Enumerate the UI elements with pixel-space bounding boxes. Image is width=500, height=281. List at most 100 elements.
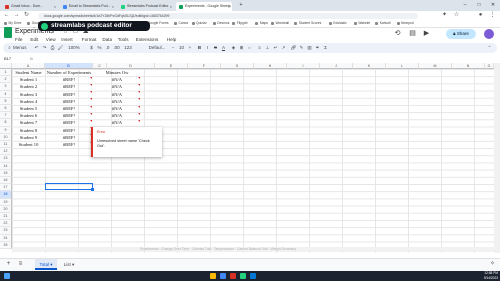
browser-menu-icon[interactable]: ⋮: [488, 11, 497, 20]
url-input[interactable]: docs.google.com/spreadsheets/d/1e2YJ8hPx…: [38, 12, 418, 19]
name-box[interactable]: B17: [4, 56, 11, 61]
vertical-scrollbar[interactable]: [494, 63, 500, 253]
cell-b[interactable]: #REF!: [45, 127, 93, 134]
row-header[interactable]: 12: [0, 148, 12, 156]
cell-a[interactable]: Student 5: [12, 105, 45, 112]
collapse-toolbar-icon[interactable]: ⌃: [486, 43, 493, 53]
cell-d[interactable]: Minutes Ow: [93, 69, 141, 76]
font-size-decrease[interactable]: −: [170, 43, 176, 53]
strikethrough-button[interactable]: S: [212, 43, 219, 53]
bookmark-item[interactable]: My Drive: [4, 20, 22, 27]
row-header[interactable]: 17: [0, 184, 12, 192]
cell-d[interactable]: #N/A: [93, 76, 141, 83]
link-icon[interactable]: 🔗︎: [290, 43, 297, 53]
valign-icon[interactable]: ⊥: [264, 43, 271, 53]
close-tab-icon[interactable]: ×: [112, 2, 114, 11]
bookmark-item[interactable]: Canva: [174, 20, 188, 27]
bookmark-item[interactable]: Kahoot!: [375, 20, 391, 27]
row-header[interactable]: 10: [0, 133, 12, 141]
row-header[interactable]: 4: [0, 90, 12, 98]
cell-b[interactable]: #REF!: [45, 119, 93, 126]
undo-icon[interactable]: ↶: [33, 43, 40, 53]
cell-a[interactable]: Student 8: [12, 127, 45, 134]
cell-d[interactable]: #N/A: [93, 105, 141, 112]
wrap-icon[interactable]: ↵: [272, 43, 279, 53]
cell-a[interactable]: Student Name: [12, 69, 45, 76]
paint-format-icon[interactable]: 🖌︎: [57, 43, 64, 53]
merge-cells-icon[interactable]: ⇔: [246, 43, 253, 53]
explore-icon[interactable]: ✧: [488, 260, 497, 269]
menu-data[interactable]: Data: [102, 37, 112, 42]
row-header[interactable]: 14: [0, 162, 12, 170]
bookmark-star-icon[interactable]: ☆: [452, 11, 461, 20]
cell-a[interactable]: Student 1: [12, 76, 45, 83]
menu-insert[interactable]: Insert: [61, 37, 73, 42]
redo-icon[interactable]: ↷: [41, 43, 48, 53]
row-header[interactable]: 1: [0, 69, 12, 77]
bookmark-item[interactable]: Wordwall: [271, 20, 289, 27]
row-header[interactable]: 2: [0, 76, 12, 84]
maximize-icon[interactable]: □: [472, 0, 486, 11]
row-header[interactable]: 9: [0, 126, 12, 134]
user-avatar[interactable]: [484, 29, 494, 39]
chart-icon[interactable]: ▥: [306, 43, 313, 53]
row-header[interactable]: 16: [0, 177, 12, 185]
cell-a[interactable]: Student 2: [12, 83, 45, 90]
search-menus-label[interactable]: Menus: [13, 43, 31, 53]
reload-icon[interactable]: ↻: [22, 11, 31, 20]
row-header[interactable]: 13: [0, 155, 12, 163]
menu-help[interactable]: Help: [167, 37, 176, 42]
bookmark-item[interactable]: Quizizz: [191, 20, 207, 27]
row-header[interactable]: 5: [0, 97, 12, 105]
cell-d[interactable]: #N/A: [93, 112, 141, 119]
profile-icon[interactable]: ●: [476, 11, 485, 20]
filter-icon[interactable]: ⏷: [314, 43, 321, 53]
cell-b[interactable]: #REF!: [45, 76, 93, 83]
align-icon[interactable]: ≡: [256, 43, 263, 53]
app-icon[interactable]: [230, 273, 236, 279]
font-size-increase[interactable]: +: [187, 43, 193, 53]
browser-tab[interactable]: Streamlabs Podcast Editor ×: [118, 2, 174, 11]
menu-format[interactable]: Format: [82, 37, 97, 42]
row-header[interactable]: 11: [0, 141, 12, 149]
borders-icon[interactable]: ⊞: [238, 43, 245, 53]
cell-b[interactable]: #REF!: [45, 134, 93, 141]
fill-color-icon[interactable]: ◈: [230, 43, 237, 53]
font-select[interactable]: Defaul...: [147, 43, 167, 53]
share-button[interactable]: 🔒︎ Share: [446, 29, 476, 39]
row-header[interactable]: 24: [0, 234, 12, 242]
bookmark-item[interactable]: Flipgrid: [232, 20, 248, 27]
cell-b[interactable]: Number of Experiments: [45, 69, 93, 76]
decrease-decimal-button[interactable]: .0: [104, 43, 111, 53]
zoom-select[interactable]: 100%: [66, 43, 82, 53]
row-header[interactable]: 6: [0, 105, 12, 113]
cell-b[interactable]: #REF!: [45, 98, 93, 105]
file-explorer-icon[interactable]: [210, 273, 216, 279]
percent-button[interactable]: %: [96, 43, 103, 53]
sheet-tab-list[interactable]: List ▾: [59, 259, 79, 270]
row-header[interactable]: 8: [0, 119, 12, 127]
back-icon[interactable]: ←: [2, 11, 11, 20]
chrome-icon[interactable]: [220, 273, 226, 279]
selected-cell-b18[interactable]: [45, 183, 93, 190]
row-header[interactable]: 7: [0, 112, 12, 120]
forward-icon[interactable]: →: [12, 11, 21, 20]
row-header[interactable]: 15: [0, 169, 12, 177]
comment-icon[interactable]: ✎: [298, 43, 305, 53]
comments-icon[interactable]: ▤: [407, 28, 418, 39]
close-tab-icon[interactable]: ×: [170, 2, 172, 11]
new-tab-icon[interactable]: +: [234, 0, 248, 11]
text-color-button[interactable]: A: [220, 43, 227, 53]
sheet-tab-total[interactable]: Total ▾: [35, 259, 57, 270]
increase-decimal-button[interactable]: .00: [112, 43, 121, 53]
cell-a[interactable]: Student 9: [12, 134, 45, 141]
bookmark-item[interactable]: Maps: [255, 20, 268, 27]
cell-b[interactable]: #REF!: [45, 91, 93, 98]
search-icon[interactable]: ⌕: [6, 43, 13, 53]
close-tab-icon[interactable]: ×: [228, 2, 230, 11]
sheets-logo-icon[interactable]: [4, 27, 12, 38]
cell-a[interactable]: Student 7: [12, 119, 45, 126]
fill-handle[interactable]: [91, 188, 94, 191]
add-sheet-button[interactable]: +: [4, 260, 13, 269]
start-icon[interactable]: [4, 273, 10, 279]
